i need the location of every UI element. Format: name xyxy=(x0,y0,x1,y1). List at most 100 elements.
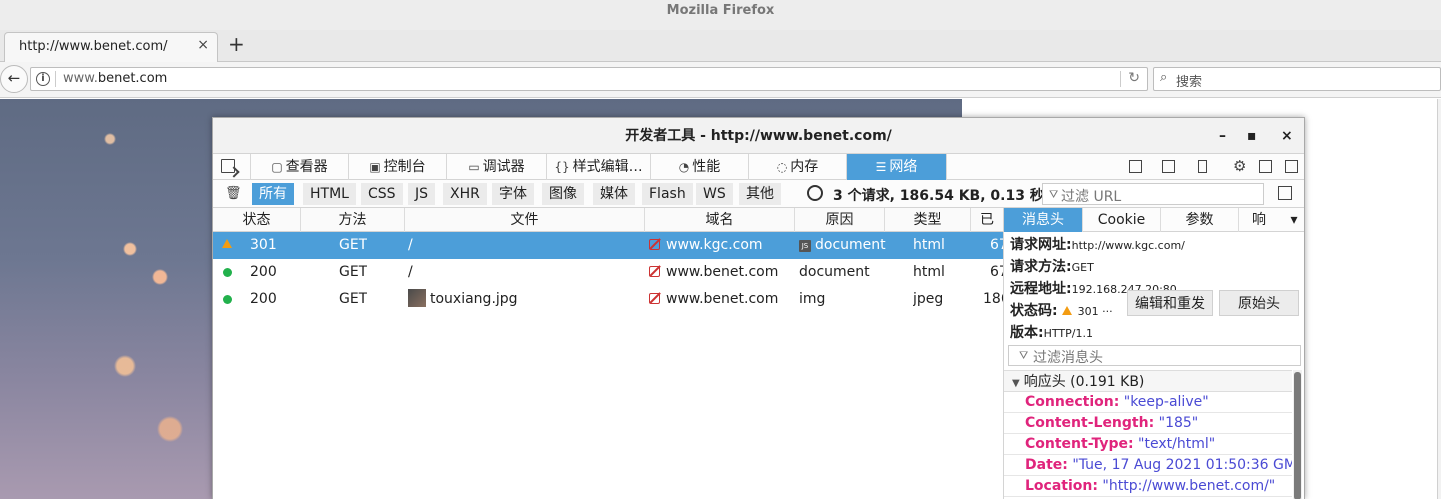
site-info-icon[interactable]: i xyxy=(36,72,50,86)
page-scrollbar[interactable] xyxy=(1437,99,1441,499)
request-row[interactable]: 301 GET / www.kgc.com JS document html 67 xyxy=(213,232,1008,259)
tab-label: 网络 xyxy=(889,159,918,175)
request-url-value: http://www.kgc.com/ xyxy=(1071,239,1185,252)
performance-stats-icon[interactable] xyxy=(807,185,823,201)
remote-address-label: 远程地址: xyxy=(1010,281,1072,297)
status-ok-icon xyxy=(223,295,232,304)
close-window-icon[interactable]: × xyxy=(1281,118,1293,154)
tab-cookies[interactable]: Cookie xyxy=(1083,208,1161,232)
url-text[interactable]: www.benet.com xyxy=(63,71,167,86)
tab-performance[interactable]: ◔ 性能 xyxy=(651,154,749,180)
filter-other[interactable]: 其他 xyxy=(739,183,781,205)
request-method: GET xyxy=(339,291,368,307)
dock-side-icon[interactable] xyxy=(1285,160,1298,173)
maximize-icon[interactable]: ▪ xyxy=(1247,118,1257,154)
frame-select-icon[interactable] xyxy=(1129,160,1142,173)
back-button[interactable]: ← xyxy=(0,65,28,93)
devtools-toolbar: ▢ 查看器 ▣ 控制台 ▭ 调试器 {} 样式编辑… ◔ 性能 ◌ 内存 ☰ 网络 ⚙ xyxy=(213,154,1304,180)
request-type: html xyxy=(913,237,945,253)
tab-memory[interactable]: ◌ 内存 xyxy=(749,154,847,180)
domain-text: www.kgc.com xyxy=(666,237,763,253)
js-cause-icon: JS xyxy=(799,240,811,252)
new-tab-icon[interactable]: + xyxy=(228,32,245,56)
request-file: / xyxy=(408,264,413,280)
request-url-label: 请求网址: xyxy=(1010,237,1072,253)
warning-triangle-icon xyxy=(1061,306,1072,315)
clear-trash-icon[interactable]: 🗑 xyxy=(225,186,242,201)
filter-images[interactable]: 图像 xyxy=(542,183,584,205)
version-label: 版本: xyxy=(1010,325,1044,341)
filter-fonts[interactable]: 字体 xyxy=(492,183,534,205)
toggle-sidebar-icon[interactable] xyxy=(1278,186,1292,200)
tab-params[interactable]: 参数 xyxy=(1161,208,1239,232)
url-prefix: www. xyxy=(63,71,98,86)
url-bar[interactable]: i www.benet.com ↻ xyxy=(30,67,1148,91)
raw-headers-button[interactable]: 原始头 xyxy=(1219,290,1299,316)
column-cause[interactable]: 原因 xyxy=(795,208,885,232)
tab-console[interactable]: ▣ 控制台 xyxy=(349,154,447,180)
column-domain[interactable]: 域名 xyxy=(645,208,795,232)
filter-all[interactable]: 所有 xyxy=(252,183,294,205)
column-transferred[interactable]: 已 xyxy=(971,208,1003,232)
tab-style-editor[interactable]: {} 样式编辑… xyxy=(547,154,651,180)
column-type[interactable]: 类型 xyxy=(885,208,971,232)
filter-media[interactable]: 媒体 xyxy=(593,183,635,205)
filter-funnel-icon: ⛛ xyxy=(1049,188,1059,201)
status-code-value: 301 ··· xyxy=(1077,305,1113,318)
tab-inspector[interactable]: ▢ 查看器 xyxy=(251,154,349,180)
split-console-icon[interactable] xyxy=(1162,160,1175,173)
element-picker-button[interactable] xyxy=(213,154,251,180)
scrollbar-thumb[interactable] xyxy=(1294,372,1301,499)
filter-flash[interactable]: Flash xyxy=(642,183,693,205)
headers-scrollbar[interactable] xyxy=(1293,370,1302,499)
tab-label: 调试器 xyxy=(482,159,525,175)
tab-network[interactable]: ☰ 网络 xyxy=(847,154,947,180)
request-row[interactable]: 200 GET / www.benet.com document html 67 xyxy=(213,259,1008,286)
tab-label: 控制台 xyxy=(383,159,426,175)
filter-xhr[interactable]: XHR xyxy=(443,183,487,205)
column-method[interactable]: 方法 xyxy=(301,208,405,232)
request-row[interactable]: 200 GET touxiang.jpg www.benet.com img j… xyxy=(213,286,1010,313)
tab-strip: http://www.benet.com/ × + xyxy=(0,30,1441,62)
response-headers-section[interactable]: ▼ 响应头 (0.191 KB) xyxy=(1004,370,1292,392)
close-tab-icon[interactable]: × xyxy=(197,37,209,53)
header-filter-input[interactable]: ⛛ 过滤消息头 xyxy=(1008,345,1301,366)
request-status: 301 xyxy=(250,237,277,253)
minimize-icon[interactable]: – xyxy=(1219,118,1226,154)
search-bar[interactable]: ⌕ 搜索 xyxy=(1153,67,1441,91)
tab-headers[interactable]: 消息头 xyxy=(1004,208,1083,232)
reload-icon[interactable]: ↻ xyxy=(1128,70,1140,86)
settings-gear-icon[interactable]: ⚙ xyxy=(1233,157,1246,175)
url-host: benet.com xyxy=(97,71,168,86)
details-tabs: 消息头 Cookie 参数 响 ▾ xyxy=(1004,208,1304,232)
tab-debugger[interactable]: ▭ 调试器 xyxy=(447,154,547,180)
filter-css[interactable]: CSS xyxy=(361,183,403,205)
insecure-lock-icon xyxy=(649,293,660,304)
responsive-design-icon[interactable] xyxy=(1198,160,1207,173)
more-tabs-chevron-icon[interactable]: ▾ xyxy=(1284,208,1304,232)
url-filter-input[interactable]: ⛛ 过滤 URL xyxy=(1042,183,1264,205)
dock-bottom-icon[interactable] xyxy=(1259,160,1272,173)
column-status[interactable]: 状态 xyxy=(213,208,301,232)
filter-html[interactable]: HTML xyxy=(303,183,356,205)
filter-ws[interactable]: WS xyxy=(696,183,733,205)
request-file: touxiang.jpg xyxy=(408,286,518,313)
column-file[interactable]: 文件 xyxy=(405,208,645,232)
header-filter-placeholder: 过滤消息头 xyxy=(1033,350,1103,366)
memory-icon: ◌ xyxy=(776,160,788,174)
devtools-titlebar: 开发者工具 - http://www.benet.com/ – ▪ × xyxy=(213,118,1304,154)
request-domain: www.kgc.com xyxy=(649,232,763,259)
redirect-warning-icon xyxy=(222,239,232,248)
header-row: Content-Length: "185" xyxy=(1004,413,1292,434)
browser-tab[interactable]: http://www.benet.com/ × xyxy=(4,32,218,62)
header-row: Content-Type: "text/html" xyxy=(1004,434,1292,455)
edit-and-resend-button[interactable]: 编辑和重发 xyxy=(1127,290,1213,316)
header-value: "http://www.benet.com/" xyxy=(1102,478,1276,494)
tab-response[interactable]: 响 xyxy=(1239,208,1279,232)
style-editor-icon: {} xyxy=(554,160,570,174)
console-icon: ▣ xyxy=(369,160,381,174)
filter-js[interactable]: JS xyxy=(408,183,436,205)
insecure-lock-icon xyxy=(649,266,660,277)
devtools-title: 开发者工具 - http://www.benet.com/ xyxy=(625,128,892,144)
request-domain: www.benet.com xyxy=(649,286,778,313)
